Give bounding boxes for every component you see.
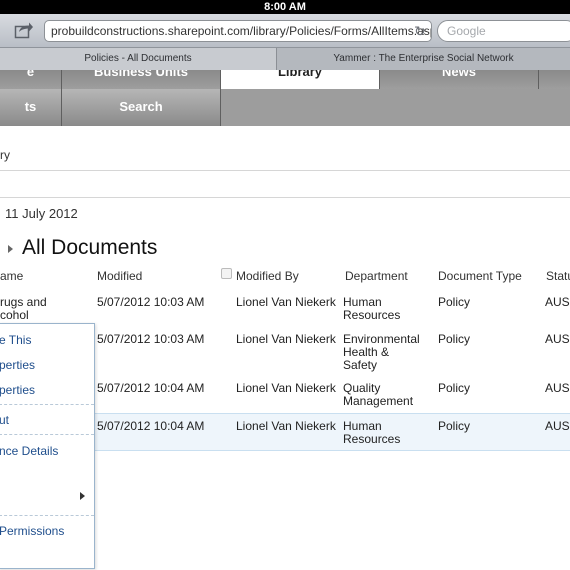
clock: 8:00 AM [264,1,306,13]
tab-strip: Policies - All Documents Yammer : The En… [0,48,570,70]
search-placeholder: Google [447,24,486,38]
reload-icon[interactable]: ↻ [414,23,426,40]
status-bar: 8:00 AM [0,0,570,14]
modified-cell: 5/07/2012 10:04 AM [97,381,205,395]
column-header-modified[interactable]: Modified [97,269,142,283]
modified-cell: 5/07/2012 10:03 AM [97,332,205,346]
nav-label: Search [119,99,163,114]
share-icon[interactable] [14,21,34,39]
modified-cell: 5/07/2012 10:03 AM [97,295,205,309]
menu-separator [0,404,94,405]
modified-date: 11 July 2012 [5,206,78,221]
nav-label: Library [277,70,323,79]
nav-label: e [26,70,35,79]
nav-item-library[interactable]: Library [221,70,380,89]
department-cell: Resources [343,432,401,446]
menu-separator [0,515,94,516]
menu-item-shared-with-permissions[interactable]: Permissions [0,524,64,538]
column-header-department[interactable]: Department [345,269,408,283]
url-field[interactable]: probuildconstructions.sharepoint.com/lib… [44,20,432,42]
divider [0,197,570,198]
menu-item-check-out[interactable]: ut [0,413,9,427]
second-nav: ts Search [0,89,570,126]
status-cell: AUS [545,332,570,346]
view-title[interactable]: All Documents [22,236,157,260]
doc-type-cell: Policy [438,332,471,346]
url-text: probuildconstructions.sharepoint.com/lib… [51,24,432,38]
nav-item-more[interactable] [539,70,570,89]
modified-by-cell[interactable]: Lionel Van Niekerk [236,420,336,433]
select-all-checkbox[interactable] [221,268,232,279]
doc-type-cell: Policy [438,381,471,395]
doc-name[interactable]: cohol [0,309,29,322]
nav-item-contacts[interactable]: ts [0,89,62,126]
menu-item-edit-properties[interactable]: perties [0,383,35,397]
menu-separator [0,434,94,435]
divider [0,170,570,171]
search-input[interactable]: Google [437,20,570,42]
department-cell: Safety [343,358,378,372]
nav-item-news[interactable]: News [380,70,539,89]
nav-label: News [442,70,476,79]
browser-toolbar: probuildconstructions.sharepoint.com/lib… [0,14,570,48]
tab-policies[interactable]: Policies - All Documents [0,48,276,70]
doc-type-cell: Policy [438,295,471,309]
top-nav: e Business Units Library News [0,70,570,89]
table-row[interactable]: rugs and cohol 5/07/2012 10:03 AM Lionel… [0,296,570,326]
status-cell: AUS [545,419,570,433]
status-cell: AUS [545,381,570,395]
nav-item-search[interactable]: Search [62,89,221,126]
column-header-status[interactable]: Statu [546,269,570,283]
menu-item-share-this[interactable]: e This [0,333,31,347]
department-cell: Resources [343,308,401,322]
submenu-arrow-icon[interactable] [80,492,85,500]
tab-label: Yammer : The Enterprise Social Network [333,53,514,64]
modified-cell: 5/07/2012 10:04 AM [97,419,205,433]
column-header-modified-by[interactable]: Modified By [236,269,299,283]
nav-item-home[interactable]: e [0,70,62,89]
nav-label: ts [24,99,37,114]
nav-item-business-units[interactable]: Business Units [62,70,221,89]
modified-by-cell[interactable]: Lionel Van Niekerk [236,296,336,309]
doc-type-cell: Policy [438,419,471,433]
modified-by-cell[interactable]: Lionel Van Niekerk [236,382,336,395]
column-header-name[interactable]: ame [0,269,23,283]
menu-item-compliance-details[interactable]: nce Details [0,444,58,458]
tab-label: Policies - All Documents [84,53,192,64]
department-cell: Management [343,394,414,408]
modified-by-cell[interactable]: Lionel Van Niekerk [236,333,336,346]
nav-label: Business Units [94,70,188,79]
menu-item-view-properties[interactable]: perties [0,358,35,372]
breadcrumb[interactable]: ry [0,148,10,162]
view-arrow-icon[interactable] [8,245,13,253]
tab-yammer[interactable]: Yammer : The Enterprise Social Network [276,48,570,70]
context-menu: e This perties perties ut nce Details Pe… [0,323,95,569]
nav-empty [221,89,570,126]
status-cell: AUS [545,295,570,309]
column-header-document-type[interactable]: Document Type [438,269,522,283]
